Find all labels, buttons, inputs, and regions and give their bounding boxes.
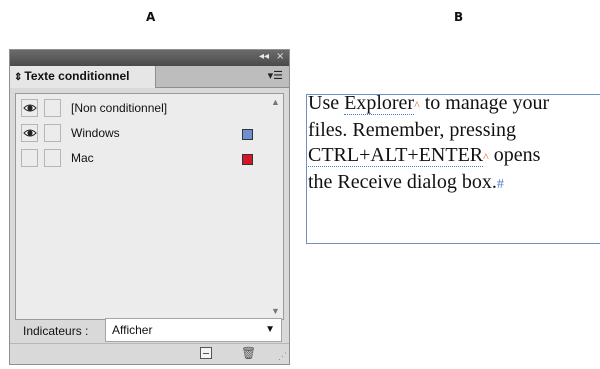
condition-marker-icon: ^ (414, 98, 420, 112)
panel-menu-icon[interactable]: ▾☰ (268, 69, 283, 82)
chevron-down-icon: ▼ (265, 324, 275, 335)
scroll-down-arrow-icon[interactable]: ▼ (271, 306, 280, 316)
condition-name: Mac (71, 151, 94, 165)
resize-grip-icon[interactable]: ⋰ (278, 351, 287, 362)
condition-option-box[interactable] (44, 124, 61, 142)
indicators-select[interactable]: Afficher ▼ (105, 318, 282, 342)
conditional-text-windows: CTRL+ALT+ENTER (308, 144, 484, 167)
condition-marker-icon: ^ (483, 150, 489, 164)
figure-label-b: B (454, 10, 464, 24)
text-line-3: CTRL+ALT+ENTER^ opens (308, 143, 600, 170)
close-panel-icon[interactable]: × (276, 51, 284, 62)
condition-option-box[interactable] (44, 99, 61, 117)
condition-color-swatch (242, 154, 253, 165)
text-run: the Receive dialog box. (308, 171, 497, 193)
conditional-text-panel: ◂◂ × ⇕ Texte conditionnel ▾☰ [Non conditi… (9, 49, 290, 365)
panel-titlebar: ◂◂ × (10, 50, 289, 66)
figure-label-a: A (146, 10, 156, 24)
eye-icon (23, 104, 37, 112)
conditions-list: [Non conditionnel] Windows Mac ▲ ▼ (15, 93, 284, 320)
scroll-up-arrow-icon[interactable]: ▲ (271, 97, 280, 107)
indicators-selected-value: Afficher (112, 323, 153, 337)
end-of-story-icon: # (496, 177, 504, 192)
text-line-4: the Receive dialog box.# (308, 170, 600, 197)
list-scrollbar[interactable]: ▲ ▼ (268, 94, 283, 319)
tab-expand-icon: ⇕ (14, 72, 23, 83)
eye-icon (23, 129, 37, 137)
conditional-text-windows: Explorer (344, 92, 415, 115)
new-condition-icon[interactable] (200, 347, 212, 359)
text-run: opens (488, 144, 541, 166)
condition-row-non-conditionnel[interactable]: [Non conditionnel] (16, 96, 268, 121)
frame-text: Use Explorer^ to manage your files. Reme… (308, 91, 600, 197)
indicators-label: Indicateurs : (23, 324, 89, 338)
text-run: Use (308, 92, 345, 114)
condition-row-windows[interactable]: Windows (16, 121, 268, 146)
condition-row-mac[interactable]: Mac (16, 146, 268, 171)
panel-tab-row: ⇕ Texte conditionnel ▾☰ (10, 66, 289, 88)
text-run: to manage your (419, 92, 550, 114)
visibility-toggle[interactable] (21, 99, 38, 117)
condition-name: [Non conditionnel] (71, 101, 168, 115)
condition-option-box[interactable] (44, 149, 61, 167)
visibility-toggle[interactable] (21, 124, 38, 142)
tab-title: Texte conditionnel (24, 69, 130, 83)
panel-bottom-bar: 🗑 ⋰ (10, 343, 289, 364)
trash-icon[interactable]: 🗑 (241, 346, 256, 360)
collapse-panel-icon[interactable]: ◂◂ (259, 51, 269, 62)
tab-conditional-text[interactable]: ⇕ Texte conditionnel (10, 66, 156, 88)
text-frame[interactable]: Use Explorer^ to manage your files. Reme… (306, 91, 600, 244)
visibility-toggle[interactable] (21, 149, 38, 167)
text-line-1: Use Explorer^ to manage your (308, 91, 600, 118)
text-line-2: files. Remember, pressing (308, 119, 517, 141)
condition-color-swatch (242, 129, 253, 140)
condition-name: Windows (71, 126, 120, 140)
